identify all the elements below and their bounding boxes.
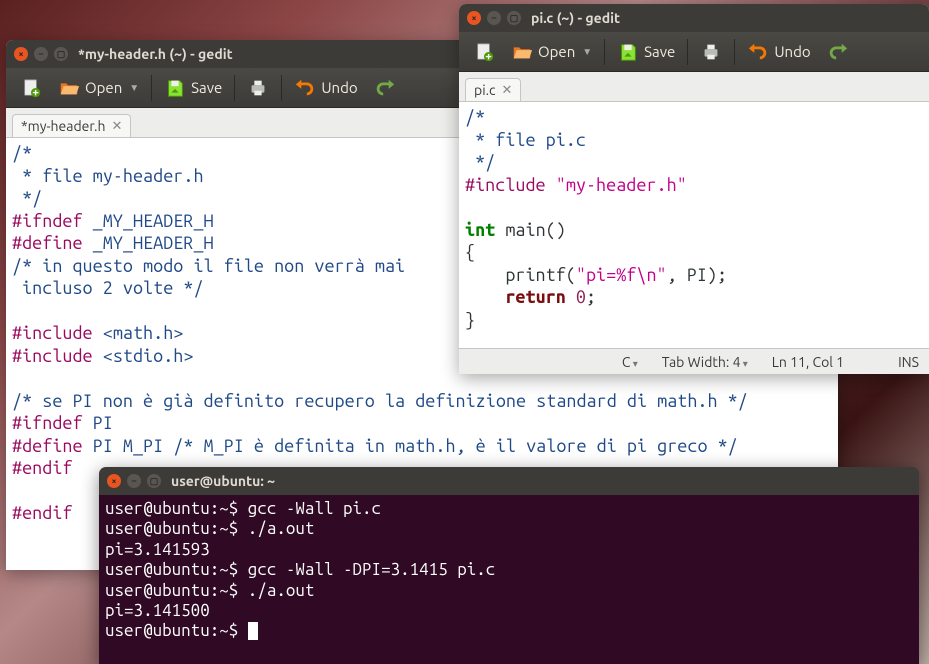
minimize-icon[interactable]: – [34,47,48,61]
maximize-icon[interactable]: ▢ [507,11,521,25]
close-icon[interactable]: × [467,11,481,25]
undo-label: Undo [774,43,810,60]
tabwidth-selector[interactable]: Tab Width: 4 [662,354,748,370]
open-button[interactable]: Open ▼ [503,37,600,67]
separator [734,39,735,65]
close-icon[interactable]: × [14,47,28,61]
save-button[interactable]: Save [156,73,230,103]
window-controls: × – ▢ [14,47,68,61]
save-label: Save [191,79,222,96]
save-label: Save [644,43,675,60]
gedit-window-pic: × – ▢ pi.c (~) - gedit Open ▼ Save Undo [459,4,929,374]
separator [687,39,688,65]
separator [234,75,235,101]
undo-button[interactable]: Undo [286,73,365,103]
editor-area[interactable]: /* * file pi.c */ #include "my-header.h"… [459,102,929,348]
language-selector[interactable]: C [622,354,638,370]
printer-icon [700,41,722,63]
minimize-icon[interactable]: – [487,11,501,25]
print-button[interactable] [692,37,730,67]
window-title: *my-header.h (~) - gedit [78,46,233,62]
separator [604,39,605,65]
tab-close-icon[interactable]: ✕ [111,119,122,134]
tab-bar: pi.c ✕ [459,72,929,102]
chevron-down-icon[interactable]: ▼ [582,46,592,58]
redo-button[interactable] [366,73,404,103]
undo-label: Undo [321,79,357,96]
folder-open-icon [511,41,533,63]
open-label: Open [85,79,122,96]
folder-open-icon [58,77,80,99]
new-file-icon [20,77,42,99]
undo-icon [747,41,769,63]
open-button[interactable]: Open ▼ [50,73,147,103]
titlebar[interactable]: × – ▢ user@ubuntu: ~ [99,467,919,495]
new-file-button[interactable] [12,73,50,103]
redo-icon [827,41,849,63]
save-icon [617,41,639,63]
cursor-position: Ln 11, Col 1 [772,354,844,370]
chevron-down-icon[interactable]: ▼ [129,82,139,94]
printer-icon [247,77,269,99]
new-file-icon [473,41,495,63]
separator [151,75,152,101]
undo-icon [294,77,316,99]
insert-mode: INS [898,354,919,370]
terminal-window: × – ▢ user@ubuntu: ~ user@ubuntu:~$ gcc … [99,467,919,664]
maximize-icon[interactable]: ▢ [54,47,68,61]
window-controls: × – ▢ [107,474,161,488]
window-title: user@ubuntu: ~ [171,473,275,489]
undo-button[interactable]: Undo [739,37,818,67]
open-label: Open [538,43,575,60]
terminal-cursor [248,622,258,640]
print-button[interactable] [239,73,277,103]
close-icon[interactable]: × [107,474,121,488]
minimize-icon[interactable]: – [127,474,141,488]
window-title: pi.c (~) - gedit [531,10,620,26]
window-controls: × – ▢ [467,11,521,25]
titlebar[interactable]: × – ▢ pi.c (~) - gedit [459,4,929,32]
separator [281,75,282,101]
maximize-icon[interactable]: ▢ [147,474,161,488]
redo-button[interactable] [819,37,857,67]
status-bar: C Tab Width: 4 Ln 11, Col 1 INS [459,348,929,374]
tab-pic[interactable]: pi.c ✕ [465,78,521,101]
tab-close-icon[interactable]: ✕ [502,83,513,98]
tab-label: pi.c [474,82,496,98]
tab-label: *my-header.h [21,118,105,134]
tab-myheader[interactable]: *my-header.h ✕ [12,114,131,137]
save-icon [164,77,186,99]
new-file-button[interactable] [465,37,503,67]
terminal-output[interactable]: user@ubuntu:~$ gcc -Wall pi.c user@ubunt… [99,495,919,664]
save-button[interactable]: Save [609,37,683,67]
toolbar: Open ▼ Save Undo [459,32,929,72]
redo-icon [374,77,396,99]
